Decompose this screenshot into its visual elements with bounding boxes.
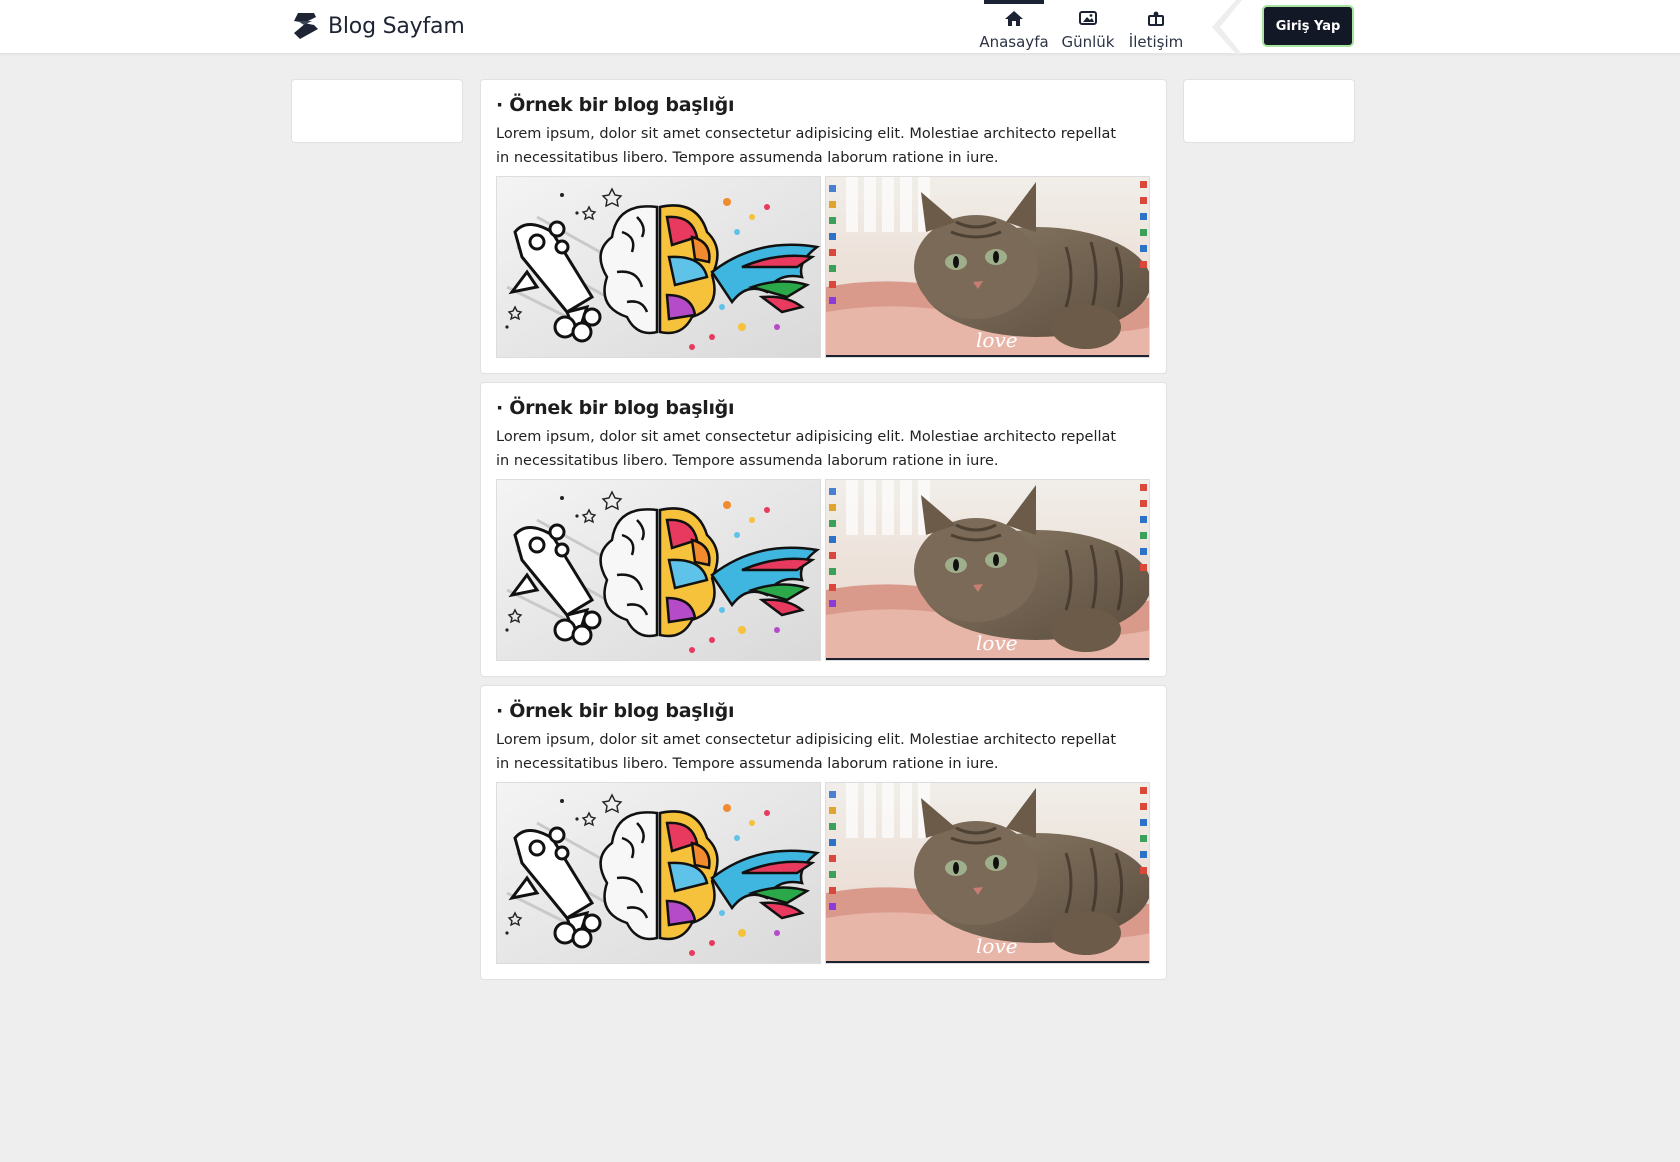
nav-item-anasayfa[interactable]: Anasayfa: [979, 0, 1049, 54]
brand-link[interactable]: Blog Sayfam: [292, 11, 465, 41]
nav-label-iletisim: İletişim: [1128, 33, 1184, 51]
cat-image-caption: love: [976, 934, 1018, 958]
brand-title: Blog Sayfam: [328, 13, 465, 39]
post-image-cat[interactable]: love: [825, 176, 1150, 358]
login-button[interactable]: Giriş Yap: [1262, 5, 1354, 47]
blog-post-card: · Örnek bir blog başlığı Lorem ipsum, do…: [480, 382, 1167, 677]
post-body: Lorem ipsum, dolor sit amet consectetur …: [496, 429, 1117, 469]
cat-image-caption: love: [976, 631, 1018, 655]
post-title[interactable]: · Örnek bir blog başlığı: [496, 700, 734, 722]
post-image-brain[interactable]: [496, 782, 821, 964]
contact-icon: [1147, 8, 1165, 28]
post-image-brain[interactable]: [496, 479, 821, 661]
photo-icon: [1079, 8, 1097, 28]
top-navbar: Blog Sayfam Anasayfa Günlük İletişim Gir…: [0, 0, 1680, 54]
post-image-cat[interactable]: love: [825, 479, 1150, 661]
nav-label-anasayfa: Anasayfa: [979, 33, 1049, 51]
home-icon: [1004, 8, 1024, 28]
nav-item-iletisim[interactable]: İletişim: [1128, 0, 1184, 54]
nav-label-gunluk: Günlük: [1061, 33, 1115, 51]
post-image-cat[interactable]: love: [825, 782, 1150, 964]
blog-post-card: · Örnek bir blog başlığı Lorem ipsum, do…: [480, 685, 1167, 980]
blog-post-card: · Örnek bir blog başlığı Lorem ipsum, do…: [480, 79, 1167, 374]
brand-logo-icon: [292, 11, 320, 41]
nav-item-gunluk[interactable]: Günlük: [1061, 0, 1115, 54]
post-body: Lorem ipsum, dolor sit amet consectetur …: [496, 126, 1117, 166]
post-body: Lorem ipsum, dolor sit amet consectetur …: [496, 732, 1117, 772]
left-sidebar-card: [291, 79, 463, 143]
post-image-brain[interactable]: [496, 176, 821, 358]
cat-image-caption: love: [976, 328, 1018, 352]
right-sidebar-card: [1183, 79, 1355, 143]
post-title[interactable]: · Örnek bir blog başlığı: [496, 94, 734, 116]
decorative-chevron-icon: [1212, 0, 1242, 54]
post-title[interactable]: · Örnek bir blog başlığı: [496, 397, 734, 419]
